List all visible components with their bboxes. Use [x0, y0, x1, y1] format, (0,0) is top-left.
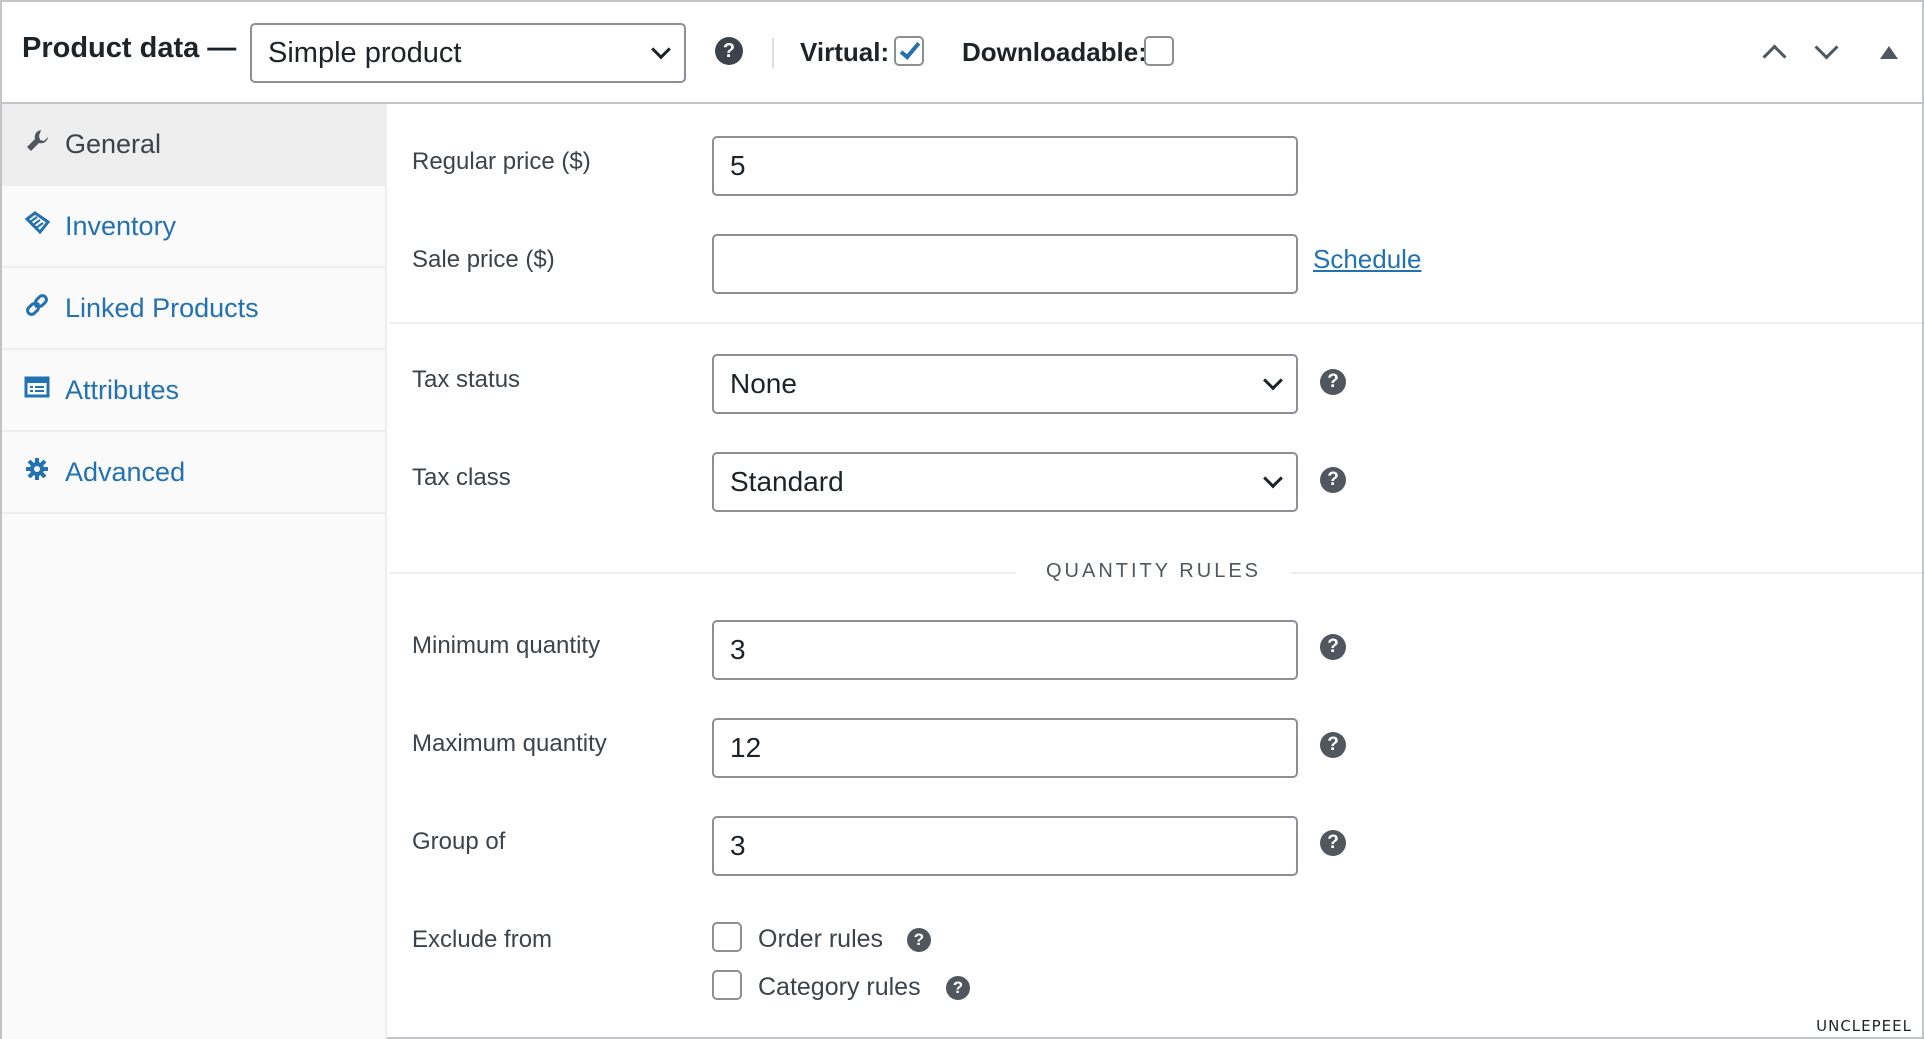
help-icon[interactable]: ? — [715, 37, 743, 65]
order-rules-checkbox[interactable] — [712, 922, 742, 952]
virtual-label: Virtual: — [800, 37, 890, 67]
tab-label: Advanced — [65, 457, 186, 487]
panel-header: Product data — Simple product ? Virtual:… — [2, 2, 1922, 104]
category-rules-checkbox[interactable] — [712, 970, 742, 1000]
divider — [772, 38, 774, 68]
min-quantity-label: Minimum quantity — [412, 632, 601, 659]
downloadable-checkbox[interactable] — [1144, 36, 1174, 66]
group-of-input[interactable]: 3 — [712, 816, 1298, 876]
watermark-logo: UNCLEPEEL — [1816, 1017, 1912, 1035]
tab-attributes[interactable]: Attributes — [2, 350, 385, 432]
tab-linked-products[interactable]: Linked Products — [2, 268, 385, 350]
category-rules-label: Category rules — [758, 973, 921, 1001]
regular-price-label: Regular price ($) — [412, 148, 591, 175]
help-icon[interactable]: ? — [1320, 467, 1346, 493]
regular-price-input[interactable]: 5 — [712, 136, 1298, 196]
checkmark-icon — [899, 38, 921, 60]
group-of-value: 3 — [730, 830, 746, 861]
tab-general[interactable]: General — [2, 104, 385, 186]
downloadable-label: Downloadable: — [962, 37, 1147, 67]
help-icon[interactable]: ? — [1320, 634, 1346, 660]
tax-status-select[interactable]: None — [712, 354, 1298, 414]
product-type-select[interactable]: Simple product — [250, 23, 686, 83]
tab-label: Linked Products — [65, 293, 259, 323]
schedule-link[interactable]: Schedule — [1313, 244, 1421, 275]
toggle-panel-icon[interactable] — [1880, 46, 1898, 59]
help-icon[interactable]: ? — [946, 976, 970, 1000]
group-of-label: Group of — [412, 828, 506, 855]
max-quantity-input[interactable]: 12 — [712, 718, 1298, 778]
virtual-checkbox[interactable] — [894, 36, 924, 66]
tab-label: Attributes — [65, 375, 180, 405]
wrench-icon — [24, 128, 50, 154]
min-quantity-value: 3 — [730, 634, 746, 665]
tax-status-value: None — [730, 368, 797, 399]
tax-class-label: Tax class — [412, 464, 511, 491]
tab-label: General — [65, 129, 162, 159]
product-type-value: Simple product — [268, 36, 462, 69]
help-icon[interactable]: ? — [1320, 732, 1346, 758]
gear-icon — [24, 456, 50, 482]
help-icon[interactable]: ? — [907, 928, 931, 952]
panel-title: Product data — — [22, 32, 237, 64]
quantity-rules-heading: QUANTITY RULES — [389, 560, 1922, 583]
order-rules-label: Order rules — [758, 925, 884, 953]
product-data-panel: Product data — Simple product ? Virtual:… — [0, 0, 1924, 1039]
move-up-icon[interactable] — [1762, 40, 1786, 64]
tax-status-label: Tax status — [412, 366, 521, 393]
max-quantity-label: Maximum quantity — [412, 730, 607, 757]
link-icon — [24, 292, 50, 318]
quantity-rules-title: QUANTITY RULES — [1016, 560, 1291, 582]
move-down-icon[interactable] — [1814, 40, 1838, 64]
min-quantity-input[interactable]: 3 — [712, 620, 1298, 680]
help-icon[interactable]: ? — [1320, 830, 1346, 856]
sale-price-input[interactable] — [712, 234, 1298, 294]
help-icon[interactable]: ? — [1320, 369, 1346, 395]
chevron-down-icon — [651, 39, 671, 60]
tax-class-value: Standard — [730, 466, 844, 497]
exclude-from-label: Exclude from — [412, 926, 553, 953]
list-icon — [24, 374, 50, 400]
max-quantity-value: 12 — [730, 732, 762, 763]
product-data-tabs: General Inventory Linked Products Attrib… — [2, 104, 387, 1039]
tag-icon — [24, 210, 51, 236]
section-divider — [389, 322, 1922, 324]
general-panel: Regular price ($) 5 Sale price ($) Sched… — [389, 104, 1922, 1039]
tab-inventory[interactable]: Inventory — [2, 186, 385, 268]
regular-price-value: 5 — [730, 150, 746, 181]
tab-advanced[interactable]: Advanced — [2, 432, 385, 514]
sale-price-label: Sale price ($) — [412, 246, 555, 273]
chevron-down-icon — [1263, 370, 1283, 391]
tax-class-select[interactable]: Standard — [712, 452, 1298, 512]
chevron-down-icon — [1263, 468, 1283, 489]
tab-label: Inventory — [65, 211, 177, 241]
